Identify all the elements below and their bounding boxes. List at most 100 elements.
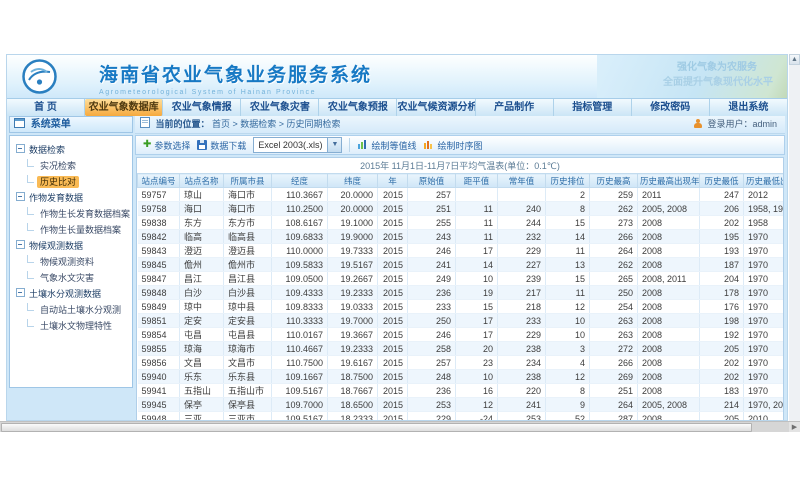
tree-leaf-3-1[interactable]: 土壤水文物理特性 (10, 318, 132, 334)
collapse-icon[interactable] (16, 240, 25, 249)
tree-node-1[interactable]: 作物发育数据 (10, 190, 132, 206)
column-header-10[interactable]: 历史最高 (590, 174, 638, 188)
cell: 11 (546, 286, 590, 300)
cell: 59945 (138, 398, 180, 412)
column-header-1[interactable]: 站点名称 (180, 174, 224, 188)
column-header-3[interactable]: 经度 (272, 174, 328, 188)
column-header-12[interactable]: 历史最低 (700, 174, 744, 188)
tree-leaf-1-1[interactable]: 作物生长量数据档案 (10, 222, 132, 238)
chevron-down-icon[interactable]: ▼ (327, 138, 341, 152)
vertical-scrollbar[interactable]: ▲ (789, 54, 800, 421)
nav-item-0[interactable]: 首 页 (7, 99, 85, 116)
column-header-5[interactable]: 年 (378, 174, 408, 188)
table-row[interactable]: 59948三亚三亚市109.516718.23332015229-2425352… (138, 412, 785, 422)
table-row[interactable]: 59848白沙白沙县109.433319.2333201523619217112… (138, 286, 785, 300)
scroll-right-arrow-icon[interactable]: ▶ (789, 421, 800, 432)
cell: 海口市 (224, 188, 272, 202)
tree-leaf-3-0[interactable]: 自动站土壤水分观测 (10, 302, 132, 318)
breadcrumb[interactable]: 首页 > 数据检索 > 历史同期检索 (212, 119, 341, 129)
cell: 227 (498, 258, 546, 272)
tree-leaf-2-1[interactable]: 气象水文灾害 (10, 270, 132, 286)
column-header-11[interactable]: 历史最高出现年份 (638, 174, 700, 188)
cell: 262 (590, 258, 638, 272)
cell: 2015 (378, 202, 408, 216)
nav-item-2[interactable]: 农业气象情报 (163, 99, 241, 116)
breadcrumb-bar: 当前的位置： 首页 > 数据检索 > 历史同期检索 登录用户：admin (135, 116, 785, 134)
table-row[interactable]: 59945保亭保亭县109.700018.6500201525312241926… (138, 398, 785, 412)
cell: 253 (408, 398, 456, 412)
collapse-icon[interactable] (16, 144, 25, 153)
cell: 59757 (138, 188, 180, 202)
cell: 8 (546, 202, 590, 216)
cell: 临高县 (224, 230, 272, 244)
column-header-6[interactable]: 原始值 (408, 174, 456, 188)
tree-leaf-0-0[interactable]: 实况检索 (10, 158, 132, 174)
horizontal-scrollbar[interactable] (0, 421, 789, 432)
column-header-0[interactable]: 站点编号 (138, 174, 180, 188)
isoline-chart-icon (357, 139, 368, 152)
table-row[interactable]: 59855琼海琼海市110.466719.2333201525820238327… (138, 342, 785, 356)
cell: 1970 (744, 272, 785, 286)
table-row[interactable]: 59847昌江昌江县109.050019.2667201524910239152… (138, 272, 785, 286)
cell: 14 (546, 230, 590, 244)
cell: 13 (546, 258, 590, 272)
tree-node-3[interactable]: 土壤水分观测数据 (10, 286, 132, 302)
tree-leaf-label: 历史比对 (37, 176, 79, 188)
tree-leaf-2-0[interactable]: 物候观测资料 (10, 254, 132, 270)
cell: 3 (546, 342, 590, 356)
tree-node-2[interactable]: 物候观测数据 (10, 238, 132, 254)
scroll-up-arrow-icon[interactable]: ▲ (789, 54, 800, 65)
cell: 248 (408, 370, 456, 384)
column-header-2[interactable]: 所属市县 (224, 174, 272, 188)
nav-item-8[interactable]: 修改密码 (632, 99, 710, 116)
cell: 59848 (138, 286, 180, 300)
table-row[interactable]: 59941五指山五指山市109.516718.76672015236162208… (138, 384, 785, 398)
nav-item-7[interactable]: 指标管理 (554, 99, 632, 116)
nav-item-1[interactable]: 农业气象数据库 (85, 99, 163, 116)
column-header-9[interactable]: 历史排位 (546, 174, 590, 188)
nav-item-4[interactable]: 农业气象预报 (319, 99, 397, 116)
table-row[interactable]: 59851定安定安县110.333319.7000201525017233102… (138, 314, 785, 328)
collapse-icon[interactable] (16, 288, 25, 297)
parameter-select-button[interactable]: ✚ 参数选择 (143, 139, 190, 152)
table-row[interactable]: 59842临高临高县109.683319.9000201524311232142… (138, 230, 785, 244)
nav-item-5[interactable]: 农业气候资源分析 (397, 99, 475, 116)
cell: 108.6167 (272, 216, 328, 230)
cell: 250 (408, 314, 456, 328)
table-row[interactable]: 59849琼中琼中县109.833319.0333201523315218122… (138, 300, 785, 314)
cell: 五指山市 (224, 384, 272, 398)
table-row[interactable]: 59838东方东方市108.616719.1000201525511244152… (138, 216, 785, 230)
tree-leaf-0-1[interactable]: 历史比对 (10, 174, 132, 190)
cell: 59849 (138, 300, 180, 314)
column-header-8[interactable]: 常年值 (498, 174, 546, 188)
cell: 14 (456, 258, 498, 272)
nav-item-6[interactable]: 产品制作 (476, 99, 554, 116)
column-header-4[interactable]: 纬度 (328, 174, 378, 188)
tree-node-0[interactable]: 数据检索 (10, 142, 132, 158)
collapse-icon[interactable] (16, 192, 25, 201)
sidebar: 系统菜单 数据检索实况检索历史比对作物发育数据作物生长发育数据档案作物生长量数据… (9, 116, 133, 420)
cell: 1970 (744, 258, 785, 272)
nav-item-3[interactable]: 农业气象灾害 (241, 99, 319, 116)
nav-item-9[interactable]: 退出系统 (710, 99, 787, 116)
cell: 2008 (638, 286, 700, 300)
table-row[interactable]: 59757琼山海口市110.366720.0000201525722592011… (138, 188, 785, 202)
draw-timeseries-button[interactable]: 绘制时序图 (423, 139, 482, 152)
table-row[interactable]: 59856文昌文昌市110.750019.6167201525723234426… (138, 356, 785, 370)
table-row[interactable]: 59940乐东乐东县109.166718.7500201524810238122… (138, 370, 785, 384)
horizontal-scrollbar-thumb[interactable] (1, 423, 752, 432)
table-row[interactable]: 59845儋州儋州市109.583319.5167201524114227132… (138, 258, 785, 272)
column-header-13[interactable]: 历史最低出现年份 (744, 174, 785, 188)
column-header-7[interactable]: 距平值 (456, 174, 498, 188)
cell: 244 (498, 216, 546, 230)
cell: 253 (498, 412, 546, 422)
draw-isoline-button[interactable]: 绘制等值线 (357, 139, 416, 152)
location-icon (140, 117, 150, 128)
tree-leaf-1-0[interactable]: 作物生长发育数据档案 (10, 206, 132, 222)
table-row[interactable]: 59854屯昌屯昌县110.016719.3667201524617229102… (138, 328, 785, 342)
table-row[interactable]: 59843澄迈澄迈县110.000019.7333201524617229112… (138, 244, 785, 258)
data-download-button[interactable]: 数据下载 (197, 139, 246, 152)
export-format-select[interactable]: Excel 2003(.xls) ▼ (253, 137, 342, 153)
table-row[interactable]: 59758海口海口市110.250020.0000201525111240826… (138, 202, 785, 216)
draw-isoline-label: 绘制等值线 (371, 139, 416, 152)
